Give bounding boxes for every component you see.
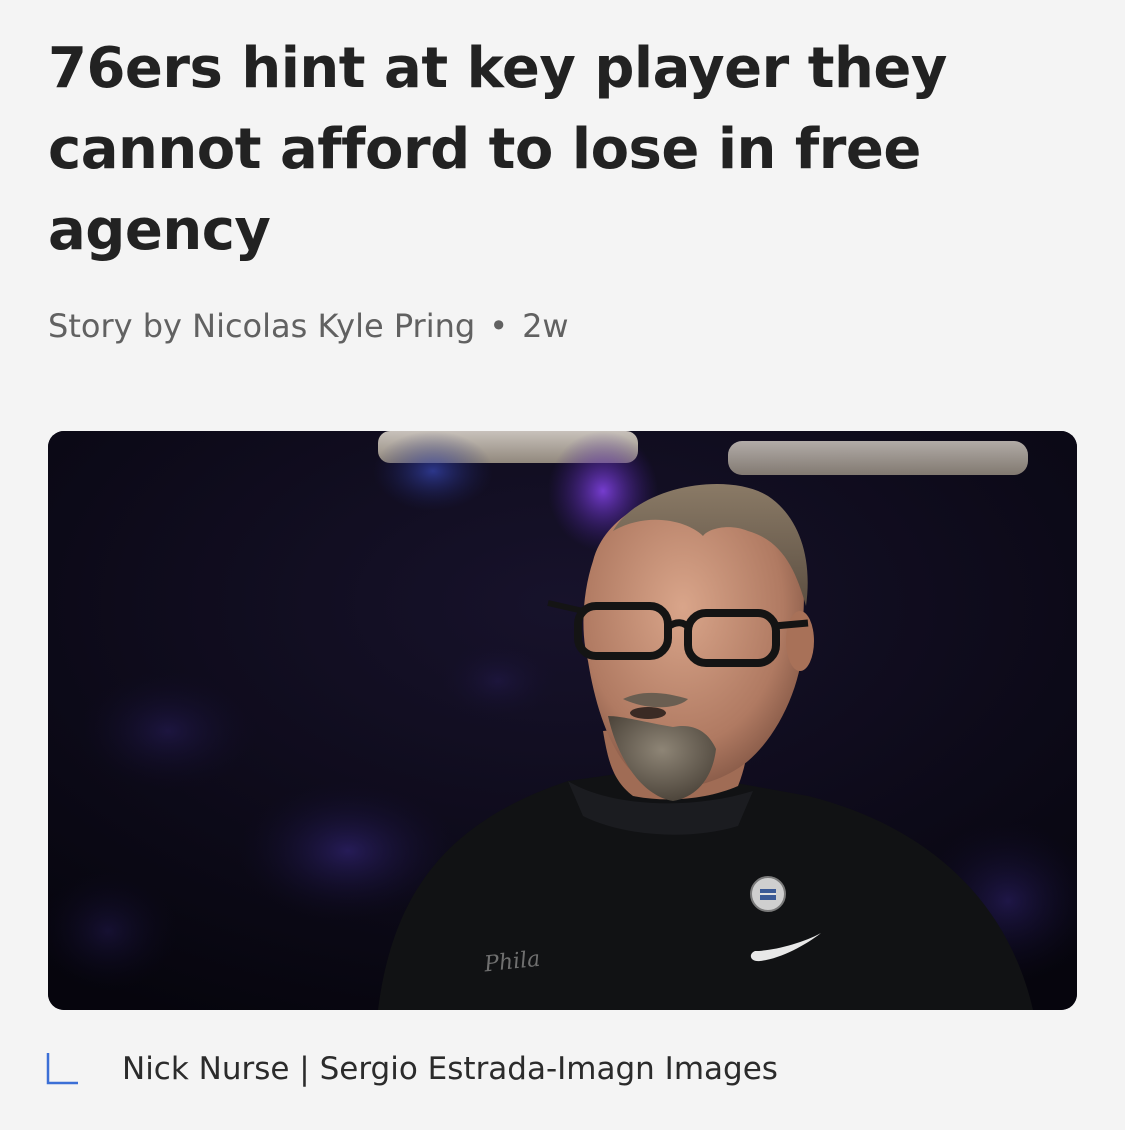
- caption-corner-icon: [46, 1053, 78, 1085]
- hero-image[interactable]: Phila: [48, 431, 1077, 1010]
- article-byline: Story by Nicolas Kyle Pring • 2w: [48, 302, 569, 350]
- image-caption: Nick Nurse | Sergio Estrada-Imagn Images: [44, 1044, 778, 1094]
- byline-author[interactable]: Story by Nicolas Kyle Pring: [48, 307, 475, 345]
- byline-age: 2w: [522, 307, 569, 345]
- article-headline[interactable]: 76ers hint at key player they cannot aff…: [48, 28, 1058, 271]
- caption-text: Nick Nurse | Sergio Estrada-Imagn Images: [122, 1051, 778, 1087]
- byline-separator: •: [489, 307, 509, 345]
- hero-photo: Phila: [48, 431, 1077, 1010]
- article: 76ers hint at key player they cannot aff…: [0, 0, 1125, 1130]
